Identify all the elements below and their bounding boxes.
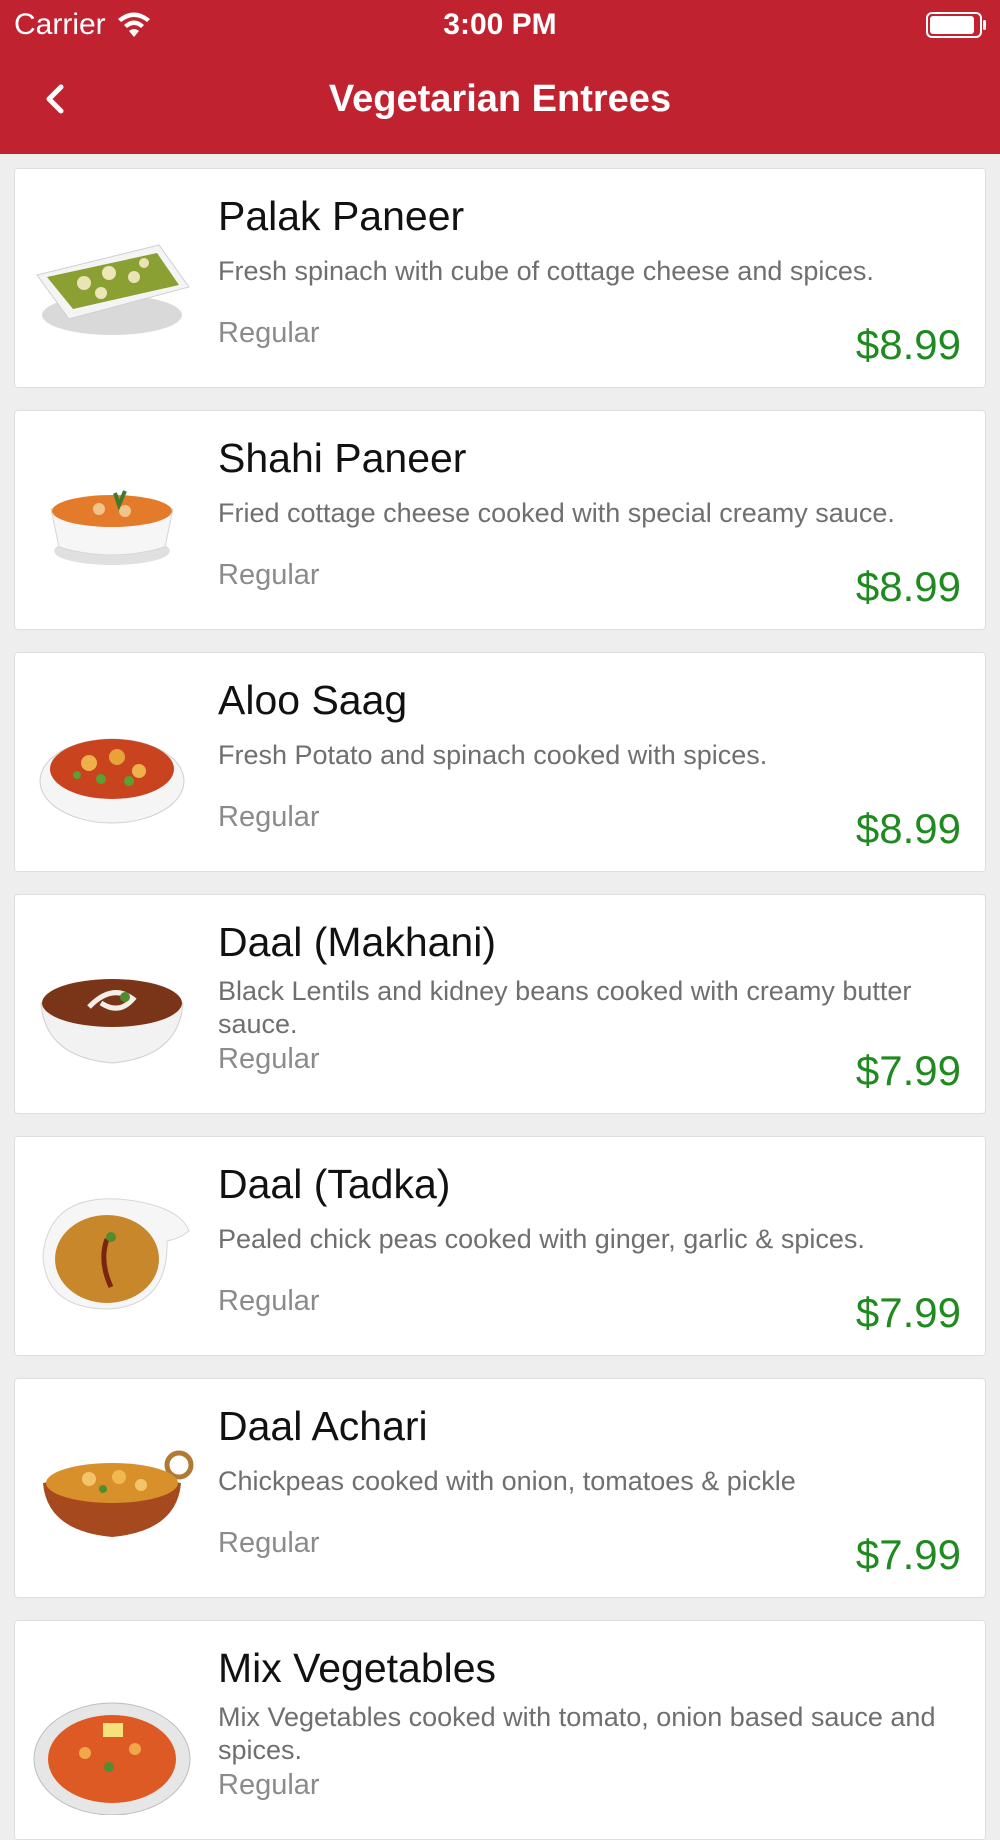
item-name: Aloo Saag <box>218 677 408 723</box>
item-size: Regular <box>218 1285 320 1317</box>
aloo-saag-image <box>39 738 185 824</box>
item-name: Shahi Paneer <box>218 435 467 481</box>
item-description: Pealed chick peas cooked with ginger, ga… <box>218 1224 865 1254</box>
item-description: Fresh Potato and spinach cooked with spi… <box>218 740 768 770</box>
palak-paneer-image <box>36 244 190 335</box>
menu-item-card[interactable]: Daal Achari Chickpeas cooked with onion,… <box>14 1378 986 1598</box>
item-name: Daal (Makhani) <box>218 919 496 965</box>
status-time: 3:00 PM <box>443 8 557 41</box>
menu-item-card[interactable]: Mix Vegetables Mix Vegetables cooked wit… <box>14 1620 986 1840</box>
daal-achari-image <box>43 1450 194 1537</box>
item-description: Mix Vegetables cooked with tomato, onion… <box>218 1702 936 1765</box>
item-description: Chickpeas cooked with onion, tomatoes & … <box>218 1466 796 1496</box>
item-price: $7.99 <box>855 1531 961 1578</box>
menu-item-card[interactable]: Daal (Tadka) Pealed chick peas cooked wi… <box>14 1136 986 1356</box>
item-size: Regular <box>218 1527 320 1559</box>
menu-item-card[interactable]: Daal (Makhani) Black Lentils and kidney … <box>14 894 986 1114</box>
item-size: Regular <box>218 317 320 349</box>
item-price: $7.99 <box>855 1289 961 1336</box>
item-name: Mix Vegetables <box>218 1645 497 1691</box>
item-description: Black Lentils and kidney beans cooked wi… <box>218 976 912 1039</box>
item-description: Fresh spinach with cube of cottage chees… <box>218 256 874 286</box>
shahi-paneer-image <box>50 490 174 565</box>
app-header: Carrier 3:00 PM Vegetarian Entrees <box>0 0 1000 154</box>
item-size: Regular <box>218 801 320 833</box>
item-size: Regular <box>218 1043 320 1075</box>
status-bar: Carrier 3:00 PM <box>0 0 1000 50</box>
item-size: Regular <box>218 1769 320 1801</box>
item-price: $8.99 <box>855 321 961 368</box>
menu-item-card[interactable]: Palak Paneer Fresh spinach with cube of … <box>14 168 986 388</box>
menu-item-card[interactable]: Shahi Paneer Fried cottage cheese cooked… <box>14 410 986 630</box>
navigation-bar: Vegetarian Entrees <box>0 60 1000 144</box>
battery-icon <box>926 12 986 38</box>
menu-item-card[interactable]: Aloo Saag Fresh Potato and spinach cooke… <box>14 652 986 872</box>
item-price: $7.99 <box>855 1047 961 1094</box>
item-description: Fried cottage cheese cooked with special… <box>218 498 895 528</box>
item-name: Palak Paneer <box>218 193 465 239</box>
mix-vegetables-image <box>33 1702 191 1815</box>
daal-tadka-image <box>42 1198 190 1310</box>
item-price: $8.99 <box>855 563 961 610</box>
item-size: Regular <box>218 559 320 591</box>
page-title: Vegetarian Entrees <box>328 78 672 120</box>
daal-makhani-image <box>40 979 184 1064</box>
item-name: Daal Achari <box>218 1403 428 1449</box>
item-name: Daal (Tadka) <box>218 1161 451 1207</box>
item-price: $8.99 <box>855 805 961 852</box>
